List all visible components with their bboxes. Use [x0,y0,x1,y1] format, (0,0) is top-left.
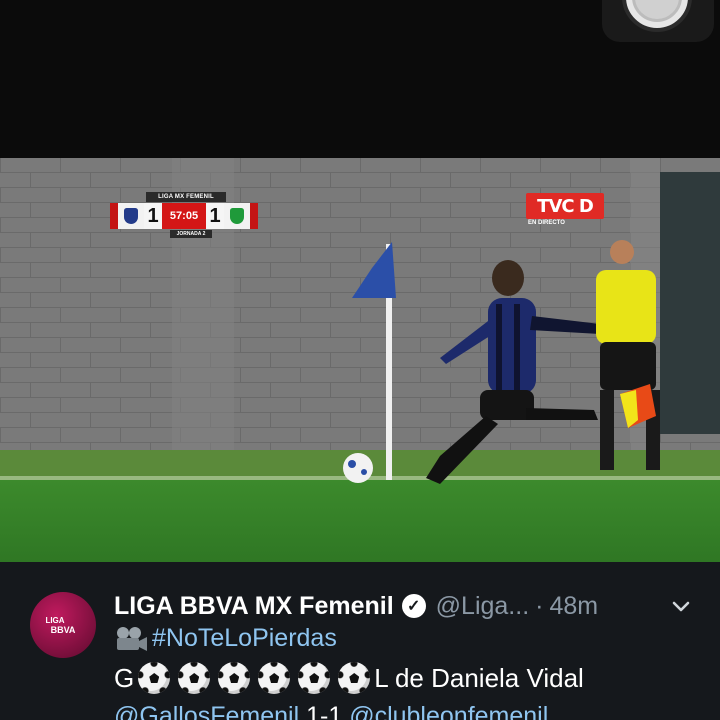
scoreboard-overlay: LIGA MX FEMENIL 1 57:05 1 JORNADA 2 [110,192,258,238]
match-clock: 57:05 [162,203,206,229]
movie-camera-icon [117,626,147,651]
match-ball [343,453,373,483]
video-frame [0,158,720,562]
picture-in-picture-button[interactable] [602,0,714,42]
round-label: JORNADA 2 [170,230,212,238]
soccer-ball-icon [178,662,211,694]
goal-prefix-text: G [114,662,135,693]
away-score: 1 [206,203,224,229]
record-button-icon [618,0,698,32]
mention-link-2[interactable]: @clubleonfemenil [349,702,548,720]
verified-badge-icon: ✓ [401,594,426,618]
tweet-text-line-3: @GallosFemenil 1-1 @clubleonfemenil [114,702,548,720]
soccer-ball-icon [298,662,331,694]
goal-suffix-text: L de Daniela Vidal [374,662,584,693]
top-dark-area [0,0,720,158]
home-team-crest [118,203,144,229]
soccer-ball-icon [338,662,371,694]
hashtag-link[interactable]: #NoTeLoPierdas [152,624,337,653]
tweet-text-line-2: G L de Daniela Vidal [114,662,584,694]
broadcaster-logo-text: TVC D [526,193,604,219]
account-handle[interactable]: @Liga... [436,592,529,621]
mention-link-1[interactable]: @GallosFemenil [114,702,299,720]
soccer-ball-icon [138,662,171,694]
account-name[interactable]: LIGA BBVA MX Femenil [114,592,394,621]
home-score: 1 [144,203,162,229]
league-label: LIGA MX FEMENIL [146,192,226,202]
video-player[interactable]: LIGA MX FEMENIL 1 57:05 1 JORNADA 2 TVC … [0,158,720,562]
tweet-card[interactable]: LIGA BBVA LIGA BBVA MX Femenil ✓ @Liga..… [0,562,720,720]
account-avatar[interactable]: LIGA BBVA [30,592,96,658]
match-score-text: 1-1 [299,702,350,720]
live-label: EN DIRECTO [528,220,565,226]
tweet-text-line-1: #NoTeLoPierdas [114,624,337,653]
tweet-header: LIGA BBVA MX Femenil ✓ @Liga... · 48m [114,588,598,624]
soccer-ball-icon [218,662,251,694]
soccer-ball-icon [258,662,291,694]
broadcaster-logo: TVC D EN DIRECTO [526,193,604,226]
chevron-down-icon[interactable] [670,596,692,618]
away-team-crest [224,203,250,229]
header-separator: · [535,591,544,620]
tweet-timestamp[interactable]: 48m [549,592,598,621]
